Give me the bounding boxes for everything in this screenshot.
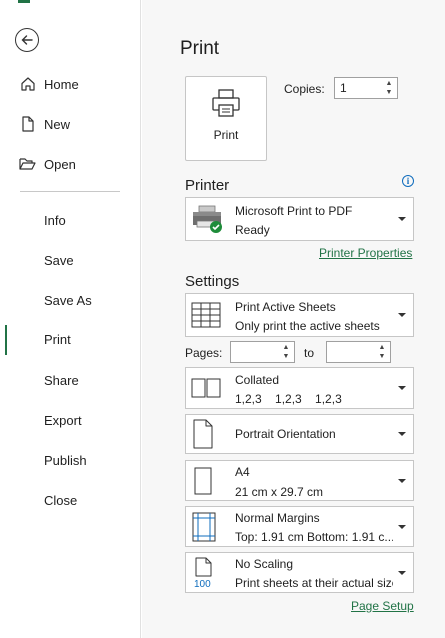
- orientation-title: Portrait Orientation: [235, 427, 336, 441]
- collation-subtitle: 1,2,3 1,2,3 1,2,3: [235, 392, 342, 406]
- spin-down-icon[interactable]: ▼: [379, 352, 386, 361]
- nav-new-label: New: [44, 116, 71, 132]
- copies-spin-arrows[interactable]: ▲ ▼: [383, 79, 395, 97]
- pages-to-stepper[interactable]: ▲ ▼: [326, 341, 391, 363]
- print-what-title: Print Active Sheets: [235, 300, 336, 314]
- scaling-title: No Scaling: [235, 557, 294, 571]
- info-icon[interactable]: i: [402, 175, 414, 187]
- print-what-subtitle: Only print the active sheets: [235, 319, 380, 333]
- pages-label: Pages:: [185, 346, 223, 360]
- orientation-dropdown[interactable]: Portrait Orientation: [185, 414, 414, 454]
- scaling-icon-text: 100: [194, 579, 211, 589]
- nav-new[interactable]: New: [0, 109, 141, 139]
- chevron-down-icon: [398, 478, 406, 483]
- nav-share[interactable]: Share: [0, 365, 141, 395]
- nav-print-label: Print: [44, 332, 71, 347]
- nav-save-as-label: Save As: [44, 292, 92, 308]
- nav-save-as[interactable]: Save As: [0, 285, 141, 315]
- paper-size-dropdown[interactable]: A4 21 cm x 29.7 cm: [185, 460, 414, 501]
- page-title: Print: [180, 38, 220, 59]
- brand-accent: [18, 0, 30, 3]
- collation-title: Collated: [235, 373, 280, 387]
- spin-up-icon[interactable]: ▲: [283, 343, 290, 352]
- margins-subtitle: Top: 1.91 cm Bottom: 1.91 c...: [235, 530, 393, 544]
- spin-up-icon[interactable]: ▲: [386, 79, 393, 88]
- print-button[interactable]: Print: [185, 76, 267, 161]
- page-setup-link[interactable]: Page Setup: [351, 599, 414, 613]
- nav-export-label: Export: [44, 412, 82, 428]
- settings-section-title: Settings: [185, 273, 240, 290]
- nav-save[interactable]: Save: [0, 245, 141, 275]
- nav-print[interactable]: Print: [0, 321, 141, 355]
- copies-stepper[interactable]: ▲▼: [334, 77, 398, 99]
- margins-title: Normal Margins: [235, 511, 320, 525]
- sheet-grid-icon: [191, 302, 221, 328]
- margins-icon: [191, 512, 217, 542]
- nav-share-label: Share: [44, 372, 79, 388]
- nav-divider: [20, 191, 120, 192]
- portrait-page-icon: [191, 419, 215, 449]
- copies-label: Copies:: [284, 82, 325, 96]
- nav-open-label: Open: [44, 156, 76, 172]
- printer-status: Ready: [235, 223, 270, 237]
- chevron-down-icon: [398, 432, 406, 436]
- nav-export[interactable]: Export: [0, 405, 141, 435]
- paper-size-icon: [191, 467, 215, 495]
- nav-close[interactable]: Close: [0, 485, 141, 515]
- nav-close-label: Close: [44, 492, 78, 508]
- nav-open[interactable]: Open: [0, 149, 141, 179]
- paper-size-title: A4: [235, 465, 250, 479]
- chevron-down-icon: [398, 313, 406, 317]
- open-folder-icon: [19, 156, 36, 173]
- nav-home[interactable]: Home: [0, 69, 141, 99]
- nav-publish-label: Publish: [44, 452, 87, 468]
- spin-up-icon[interactable]: ▲: [379, 343, 386, 352]
- spin-down-icon[interactable]: ▼: [386, 88, 393, 97]
- nav-save-label: Save: [44, 252, 74, 268]
- printer-section-title: Printer: [185, 177, 230, 194]
- print-button-label: Print: [213, 128, 239, 142]
- back-arrow-icon: [21, 35, 33, 45]
- printer-dropdown[interactable]: Microsoft Print to PDF Ready: [185, 197, 414, 241]
- pages-from-spin-arrows[interactable]: ▲ ▼: [280, 343, 292, 361]
- collated-pages-icon: [191, 378, 221, 398]
- back-button[interactable]: [15, 28, 39, 52]
- collation-dropdown[interactable]: Collated 1,2,3 1,2,3 1,2,3: [185, 367, 414, 409]
- spin-down-icon[interactable]: ▼: [283, 352, 290, 361]
- scaling-dropdown[interactable]: 100 No Scaling Print sheets at their act…: [185, 552, 414, 593]
- paper-size-subtitle: 21 cm x 29.7 cm: [235, 485, 324, 499]
- printer-icon: [210, 87, 242, 124]
- nav-info[interactable]: Info: [0, 205, 141, 235]
- printer-properties-link[interactable]: Printer Properties: [319, 246, 412, 260]
- print-what-dropdown[interactable]: Print Active Sheets Only print the activ…: [185, 293, 414, 337]
- chevron-down-icon: [398, 570, 406, 575]
- pages-from-input[interactable]: [231, 342, 278, 362]
- pages-to-input[interactable]: [327, 342, 374, 362]
- print-panel: Print Print Copies: ▲▼ Printer i Microso…: [142, 0, 445, 638]
- printer-name: Microsoft Print to PDF: [235, 204, 353, 218]
- nav-publish[interactable]: Publish: [0, 445, 141, 475]
- pages-to-spin-arrows[interactable]: ▲ ▼: [376, 343, 388, 361]
- copies-input[interactable]: [335, 78, 381, 98]
- pages-to-label: to: [304, 346, 315, 360]
- chevron-down-icon: [398, 524, 406, 529]
- chevron-down-icon: [398, 217, 406, 221]
- home-icon: [19, 76, 36, 93]
- pages-from-stepper[interactable]: ▲ ▼: [230, 341, 295, 363]
- nav-home-label: Home: [44, 76, 79, 92]
- new-document-icon: [19, 116, 36, 133]
- pdf-printer-icon: [191, 204, 225, 234]
- backstage-sidebar: Home New Open Info Save Save As Print Sh…: [0, 0, 141, 638]
- no-scaling-icon: 100: [191, 557, 217, 589]
- margins-dropdown[interactable]: Normal Margins Top: 1.91 cm Bottom: 1.91…: [185, 506, 414, 547]
- chevron-down-icon: [398, 386, 406, 390]
- scaling-subtitle: Print sheets at their actual size: [235, 576, 393, 590]
- nav-info-label: Info: [44, 212, 66, 228]
